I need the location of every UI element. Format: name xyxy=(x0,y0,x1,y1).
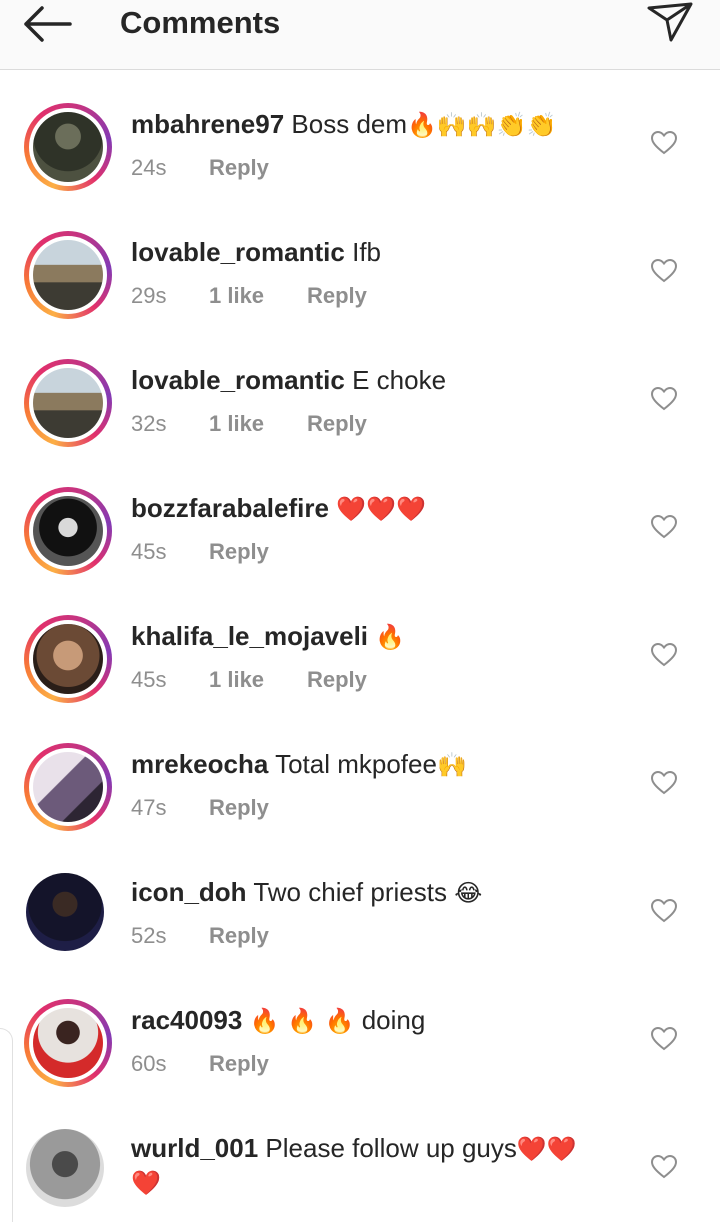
comment-likes[interactable]: 1 like xyxy=(209,409,307,439)
like-heart-icon[interactable] xyxy=(651,131,677,155)
avatar[interactable] xyxy=(24,615,112,703)
like-heart-icon[interactable] xyxy=(651,259,677,283)
comment-row: rac40093 🔥 🔥 🔥 doing 60s Reply xyxy=(0,966,720,1094)
comment-emoji: 🙌 xyxy=(436,751,467,779)
comment-username[interactable]: lovable_romantic xyxy=(131,237,345,267)
comment-row: mbahrene97 Boss dem🔥🙌🙌👏👏 24s Reply xyxy=(0,70,720,198)
comment-text: Ifb xyxy=(352,237,382,267)
like-heart-icon[interactable] xyxy=(651,643,677,667)
reply-button[interactable]: Reply xyxy=(307,281,367,311)
comment-time: 45s xyxy=(131,667,167,692)
comment-username[interactable]: mbahrene97 xyxy=(131,109,284,139)
comment-emoji: 😂 xyxy=(454,879,483,907)
comment-text: Two chief priests xyxy=(253,877,447,907)
like-heart-icon[interactable] xyxy=(651,387,677,411)
edge-panel-handle[interactable] xyxy=(0,1028,13,1222)
comment-username[interactable]: wurld_001 xyxy=(131,1133,258,1163)
comment-username[interactable]: bozzfarabalefire xyxy=(131,493,329,523)
like-heart-icon[interactable] xyxy=(651,515,677,539)
like-heart-icon[interactable] xyxy=(651,899,677,923)
comment-row: lovable_romantic Ifb 29s 1 like Reply xyxy=(0,198,720,326)
comment-text: Please follow up guys xyxy=(265,1133,517,1163)
reply-button[interactable]: Reply xyxy=(209,153,269,183)
comment-emoji: ❤️❤️❤️ xyxy=(336,495,426,523)
comment-text: doing xyxy=(361,1005,426,1035)
comment-username[interactable]: rac40093 xyxy=(131,1005,242,1035)
avatar[interactable] xyxy=(24,487,112,575)
comment-likes[interactable]: 1 like xyxy=(209,281,307,311)
comment-emoji-continued: ❤️ xyxy=(131,1169,161,1197)
comment-text: E choke xyxy=(352,365,447,395)
comment-text: Boss dem xyxy=(291,109,408,139)
comment-row: bozzfarabalefire ❤️❤️❤️ 45s Reply xyxy=(0,454,720,582)
comment-row: khalifa_le_mojaveli 🔥 45s 1 like Reply xyxy=(0,582,720,710)
comment-time: 32s xyxy=(131,411,167,436)
like-heart-icon[interactable] xyxy=(651,1155,677,1179)
avatar[interactable] xyxy=(24,231,112,319)
avatar[interactable] xyxy=(24,1127,112,1215)
comment-text: Total mkpofee xyxy=(275,749,437,779)
comment-likes[interactable]: 1 like xyxy=(209,665,307,695)
reply-button[interactable]: Reply xyxy=(307,665,367,695)
comment-username[interactable]: mrekeocha xyxy=(131,749,268,779)
reply-button[interactable]: Reply xyxy=(209,1049,269,1079)
back-arrow-icon[interactable] xyxy=(20,4,76,44)
comment-time: 45s xyxy=(131,539,167,564)
comment-time: 52s xyxy=(131,923,167,948)
like-heart-icon[interactable] xyxy=(651,1027,677,1051)
avatar[interactable] xyxy=(24,359,112,447)
comment-row: wurld_001 Please follow up guys❤️❤️ ❤️ xyxy=(0,1094,720,1222)
page-title: Comments xyxy=(120,5,281,40)
comment-username[interactable]: khalifa_le_mojaveli xyxy=(131,621,368,651)
comment-time: 24s xyxy=(131,155,167,180)
comment-username[interactable]: lovable_romantic xyxy=(131,365,345,395)
reply-button[interactable]: Reply xyxy=(307,409,367,439)
reply-button[interactable]: Reply xyxy=(209,537,269,567)
comment-emoji: 🔥 🔥 🔥 xyxy=(249,1007,355,1035)
comment-emoji: ❤️❤️ xyxy=(516,1135,577,1163)
comment-time: 47s xyxy=(131,795,167,820)
comment-row: lovable_romantic E choke 32s 1 like Reply xyxy=(0,326,720,454)
comment-time: 60s xyxy=(131,1051,167,1076)
share-send-icon[interactable] xyxy=(645,0,695,44)
avatar[interactable] xyxy=(24,103,112,191)
reply-button[interactable]: Reply xyxy=(209,793,269,823)
top-bar: Comments xyxy=(0,0,720,70)
avatar[interactable] xyxy=(24,999,112,1087)
comment-username[interactable]: icon_doh xyxy=(131,877,247,907)
comment-emoji: 🔥🙌🙌👏👏 xyxy=(407,111,557,139)
comment-row: icon_doh Two chief priests 😂 52s Reply xyxy=(0,838,720,966)
comment-row: mrekeocha Total mkpofee🙌 47s Reply xyxy=(0,710,720,838)
comment-emoji: 🔥 xyxy=(375,623,406,651)
avatar[interactable] xyxy=(24,743,112,831)
reply-button[interactable]: Reply xyxy=(209,921,269,951)
avatar[interactable] xyxy=(24,871,112,959)
like-heart-icon[interactable] xyxy=(651,771,677,795)
comment-time: 29s xyxy=(131,283,167,308)
